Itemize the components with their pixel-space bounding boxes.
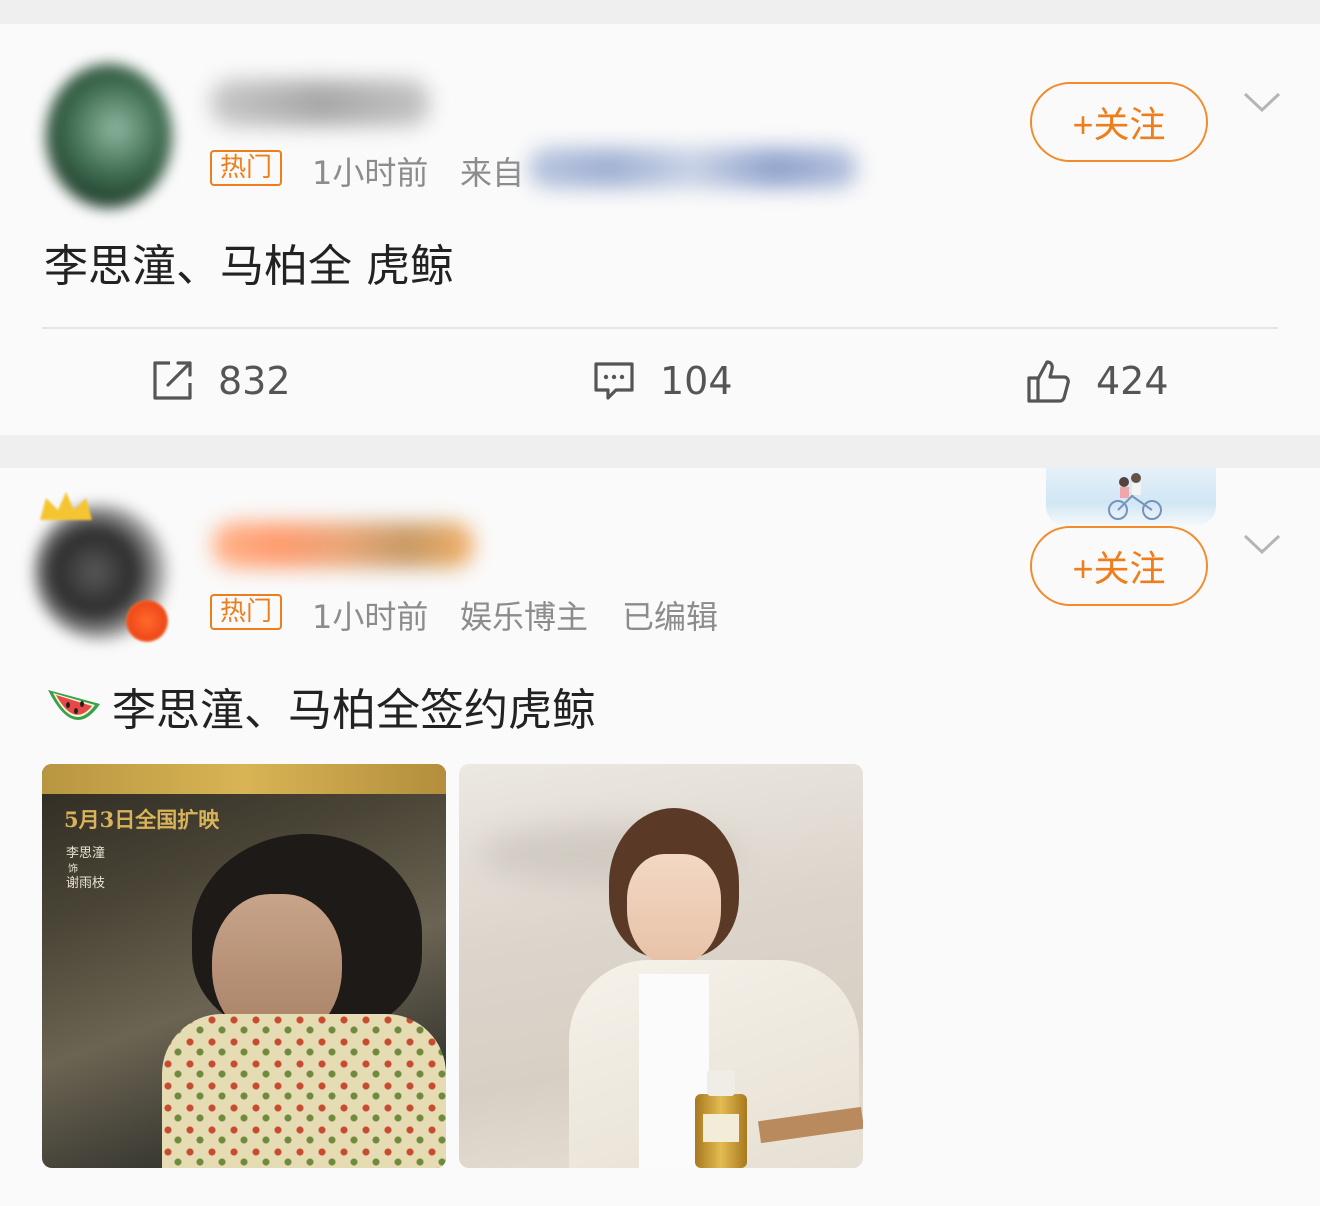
repost-button[interactable]: 832	[150, 358, 291, 404]
avatar[interactable]	[46, 64, 172, 208]
comment-count: 104	[660, 359, 733, 403]
follow-label: +关注	[1072, 104, 1166, 145]
feed-card-2: 热门 1小时前 娱乐博主 已编辑 +关注 李思潼、马柏全签约虎鲸 5月3日全国扩…	[0, 468, 1320, 1206]
perfume-bottle	[695, 1070, 747, 1168]
post-time: 1小时前	[312, 154, 429, 192]
feed-card-1: 热门 1小时前 来自 +关注 李思潼、马柏全 虎鲸 832 104 424	[0, 24, 1320, 435]
like-button[interactable]: 424	[1026, 358, 1169, 404]
poster-caption-line-3: 谢雨枝	[66, 876, 106, 891]
post-time: 1小时前	[312, 598, 429, 636]
crown-icon	[40, 492, 92, 520]
author-role: 娱乐博主	[460, 598, 589, 636]
username-blurred[interactable]	[212, 522, 474, 568]
post-text-content: 李思潼、马柏全签约虎鲸	[112, 685, 596, 736]
post-text: 李思潼、马柏全 虎鲸	[44, 241, 454, 292]
repost-count: 832	[218, 359, 291, 403]
hot-badge: 热门	[210, 594, 283, 630]
hot-badge: 热门	[210, 150, 283, 186]
watermelon-icon	[48, 690, 100, 721]
chevron-down-icon[interactable]	[1242, 88, 1282, 118]
post-image-1[interactable]: 5月3日全国扩映 李思潼 饰 谢雨枝	[42, 764, 446, 1168]
couple-bicycle-icon	[1108, 473, 1162, 520]
username-blurred[interactable]	[210, 80, 430, 126]
share-icon	[153, 361, 192, 400]
floral-blouse	[162, 1014, 446, 1168]
chevron-down-icon[interactable]	[1242, 530, 1282, 560]
like-count: 424	[1096, 359, 1169, 403]
follow-button[interactable]: +关注	[1030, 526, 1208, 606]
source-prefix: 来自	[460, 154, 525, 192]
comment-button[interactable]: 104	[592, 358, 733, 404]
vip-badge	[126, 600, 168, 642]
comment-icon	[594, 362, 634, 400]
edited-label: 已编辑	[622, 598, 719, 636]
source-blurred[interactable]	[528, 148, 858, 188]
banner-decoration	[1046, 468, 1216, 526]
thumbs-up-icon	[1027, 360, 1070, 403]
follow-button[interactable]: +关注	[1030, 82, 1208, 162]
man-face	[627, 854, 721, 966]
follow-label: +关注	[1072, 548, 1166, 589]
divider	[42, 327, 1278, 329]
poster-banner	[42, 764, 446, 794]
post-text: 李思潼、马柏全签约虎鲸	[44, 674, 596, 738]
poster-caption-line-1: 李思潼	[66, 846, 106, 861]
post-image-2[interactable]	[459, 764, 863, 1168]
poster-caption-title: 5月3日全国扩映	[64, 807, 220, 832]
